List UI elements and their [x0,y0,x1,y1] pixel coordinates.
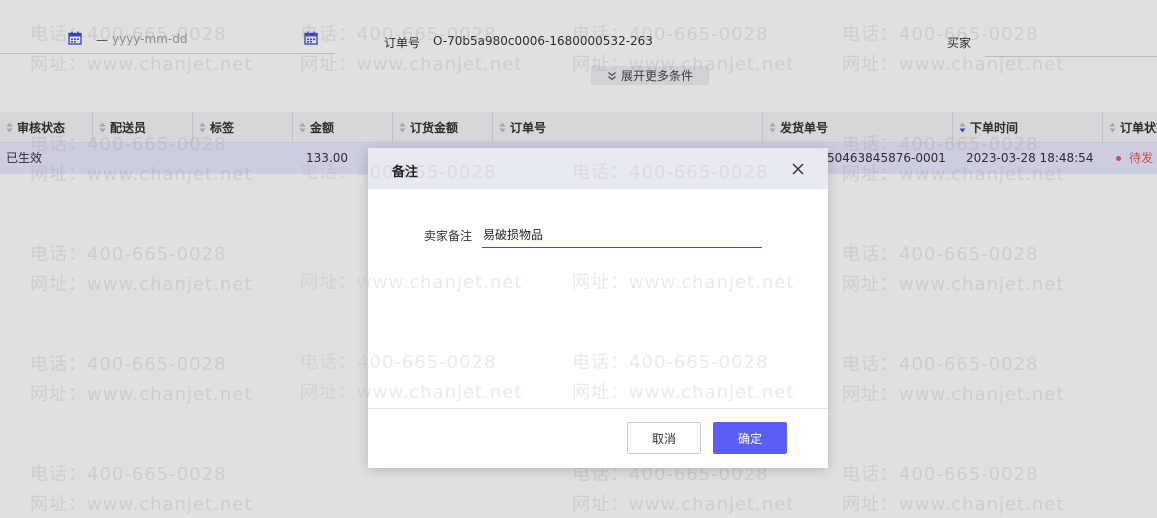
order-list-page: — 订单号 O-70b5a980c0006-1680000532-263 买家 … [0,0,1157,518]
watermark-site: 网址：www.chanjet.net [572,272,795,293]
cancel-button[interactable]: 取消 [627,422,701,454]
dialog-footer-divider [368,408,828,409]
watermark-site: 网址：www.chanjet.net [572,382,795,403]
watermark-phone: 电话：400-665-0028 [572,352,769,373]
confirm-button[interactable]: 确定 [713,422,787,454]
dialog-title: 备注 [392,165,419,180]
seller-note-label: 卖家备注 [424,229,473,243]
seller-note-input[interactable] [482,222,762,248]
close-icon[interactable] [792,163,804,175]
dialog-header: 备注 [368,148,828,189]
remark-dialog: 备注 卖家备注 电话：400-665-0028 电话：400-665-0028 … [300,148,828,468]
